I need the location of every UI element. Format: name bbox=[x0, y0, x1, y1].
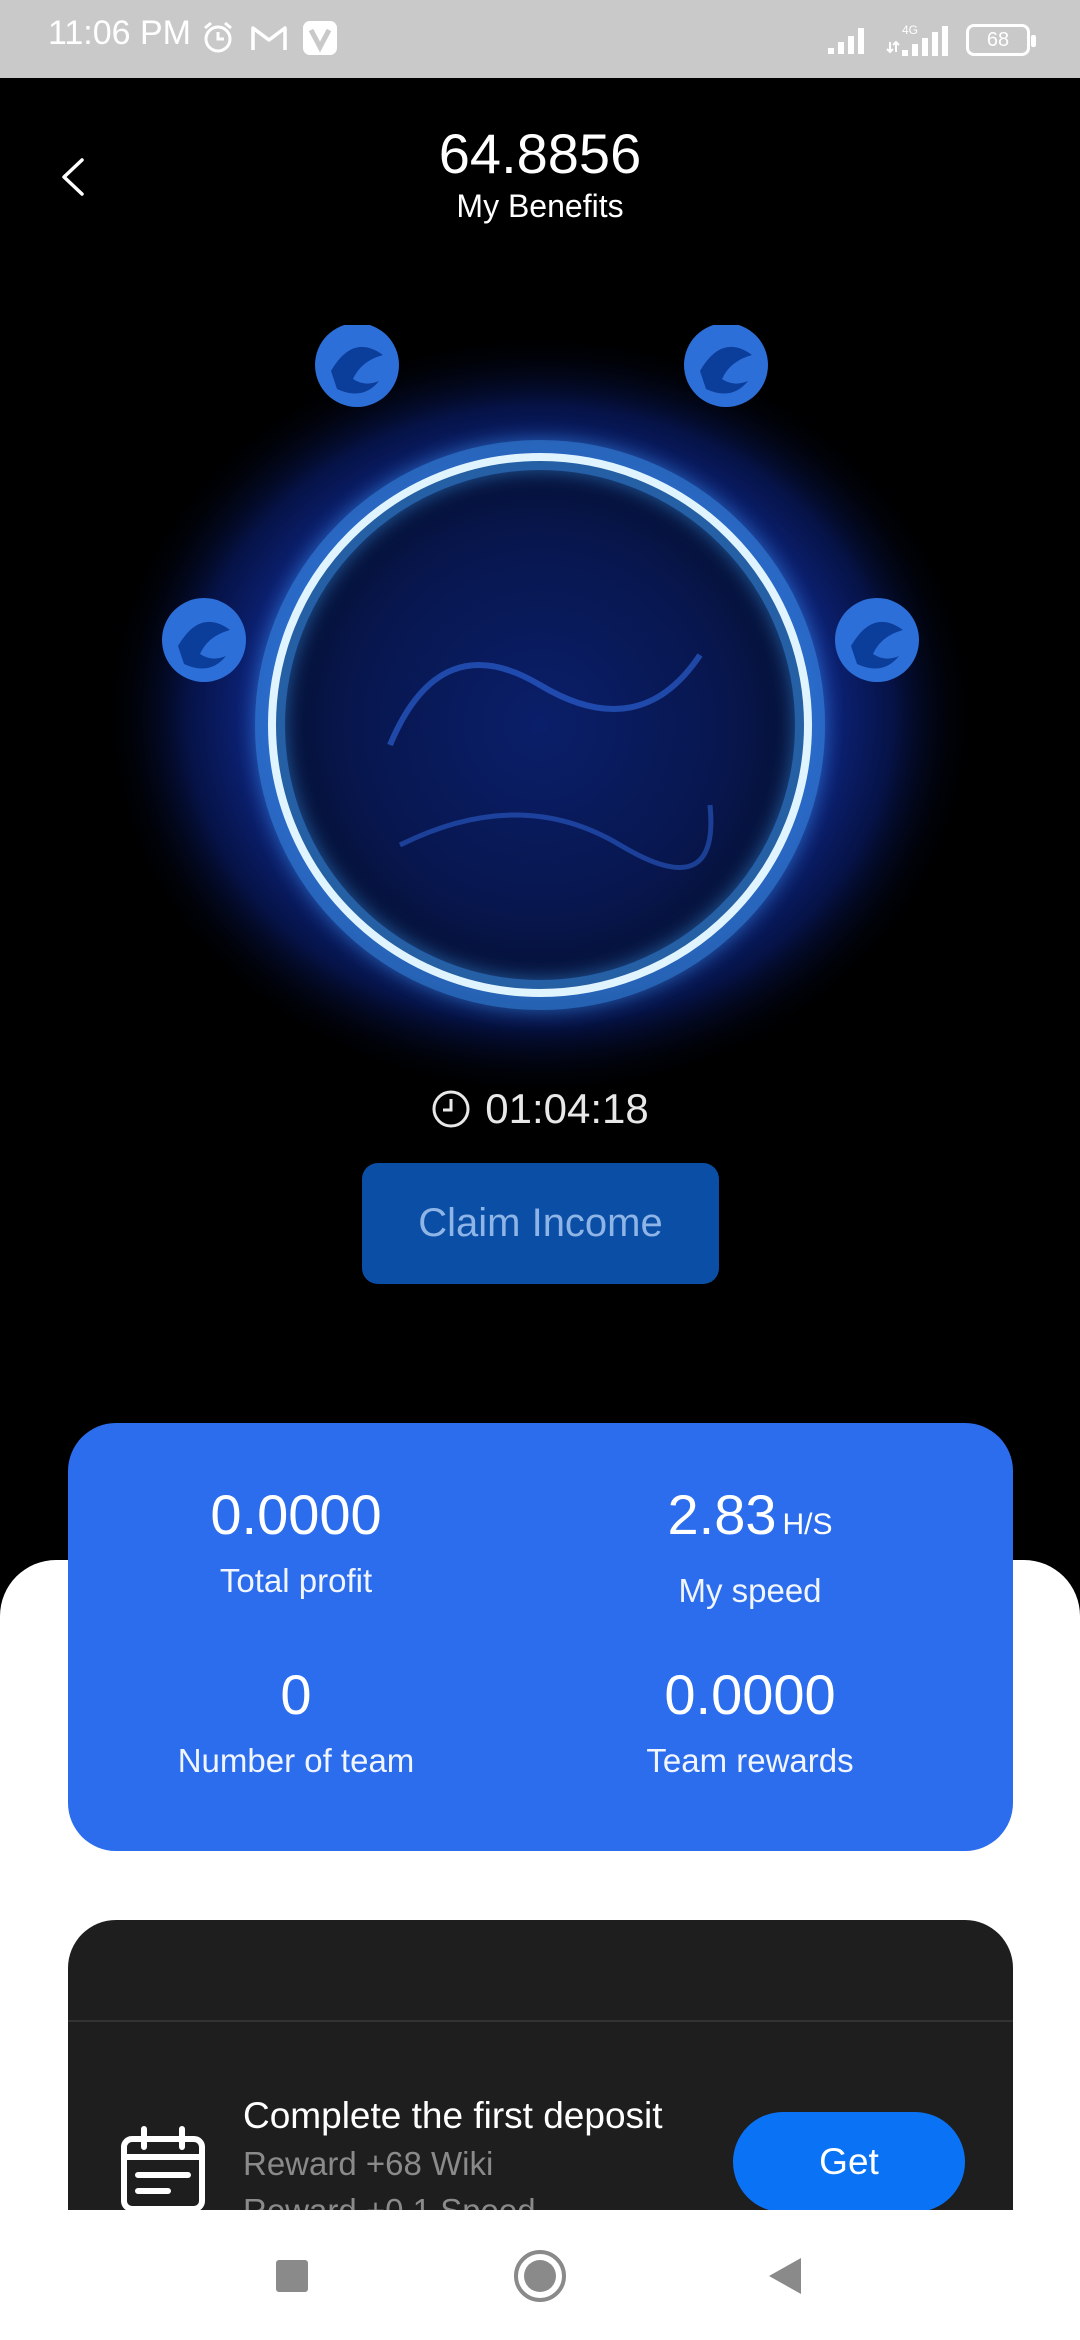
battery-level: 68 bbox=[986, 29, 1010, 51]
page-header: 64.8856 My Benefits bbox=[0, 110, 1080, 240]
my-speed-value-row: 2.83 H/S bbox=[540, 1483, 960, 1557]
alarm-icon bbox=[204, 21, 232, 53]
signal-4g-icon: 4G bbox=[886, 23, 948, 56]
task-title: Complete the first deposit bbox=[243, 2095, 663, 2136]
eagle-logo-icon bbox=[162, 598, 246, 682]
eagle-logo-icon bbox=[315, 323, 399, 407]
clock-icon bbox=[432, 1090, 470, 1128]
chevron-left-icon bbox=[62, 158, 84, 196]
claim-income-button[interactable]: Claim Income bbox=[362, 1163, 719, 1284]
team-count-value: 0 bbox=[280, 1663, 312, 1726]
calendar-icon bbox=[121, 2126, 205, 2212]
benefits-label: My Benefits bbox=[456, 188, 624, 224]
svg-text:4G: 4G bbox=[902, 23, 918, 37]
signal-icon bbox=[828, 28, 864, 54]
total-profit-value: 0.0000 bbox=[210, 1483, 382, 1546]
square-icon bbox=[276, 2260, 308, 2292]
back-button[interactable] bbox=[50, 152, 100, 202]
task-reward-wiki: Reward +68 Wiki bbox=[243, 2145, 494, 2182]
countdown-value: 01:04:18 bbox=[485, 1085, 649, 1132]
stat-team-count: 0 Number of team bbox=[86, 1663, 506, 1783]
status-bar: 11:06 PM 4G 68 bbox=[0, 0, 1080, 78]
recents-button[interactable] bbox=[262, 2246, 322, 2306]
get-reward-button[interactable]: Get bbox=[733, 2112, 965, 2212]
task-divider bbox=[68, 2020, 1013, 2022]
my-speed-value: 2.83 bbox=[667, 1483, 777, 1546]
team-count-label: Number of team bbox=[177, 1742, 415, 1779]
stats-card: 0.0000 Total profit 2.83 H/S My speed 0 N… bbox=[68, 1423, 1013, 1851]
team-rewards-label: Team rewards bbox=[646, 1742, 854, 1779]
status-time: 11:06 PM bbox=[48, 14, 192, 52]
stat-total-profit: 0.0000 Total profit bbox=[86, 1483, 506, 1603]
eagle-logo-icon bbox=[835, 598, 919, 682]
battery-icon: 68 bbox=[966, 24, 1036, 56]
countdown-timer: 01:04:18 bbox=[0, 1085, 1080, 1133]
vpn-v-icon bbox=[303, 21, 337, 55]
eagle-logo-icon bbox=[684, 323, 768, 407]
home-button[interactable] bbox=[510, 2246, 570, 2306]
stat-team-rewards: 0.0000 Team rewards bbox=[540, 1663, 960, 1783]
my-speed-label: My speed bbox=[678, 1572, 822, 1609]
triangle-back-icon bbox=[769, 2258, 801, 2294]
gmail-icon bbox=[251, 26, 287, 50]
my-speed-unit: H/S bbox=[782, 1508, 833, 1541]
circle-home-icon bbox=[514, 2250, 566, 2302]
mining-orb-illustration bbox=[100, 323, 980, 1100]
system-nav-bar bbox=[0, 2210, 1080, 2340]
total-profit-label: Total profit bbox=[219, 1562, 373, 1599]
benefits-value: 64.8856 bbox=[438, 122, 642, 185]
stat-my-speed: 2.83 H/S My speed bbox=[540, 1483, 960, 1613]
back-nav-button[interactable] bbox=[755, 2246, 815, 2306]
status-notification-icons bbox=[200, 20, 338, 56]
team-rewards-value: 0.0000 bbox=[664, 1663, 836, 1726]
status-system-icons: 4G 68 bbox=[826, 22, 1036, 58]
